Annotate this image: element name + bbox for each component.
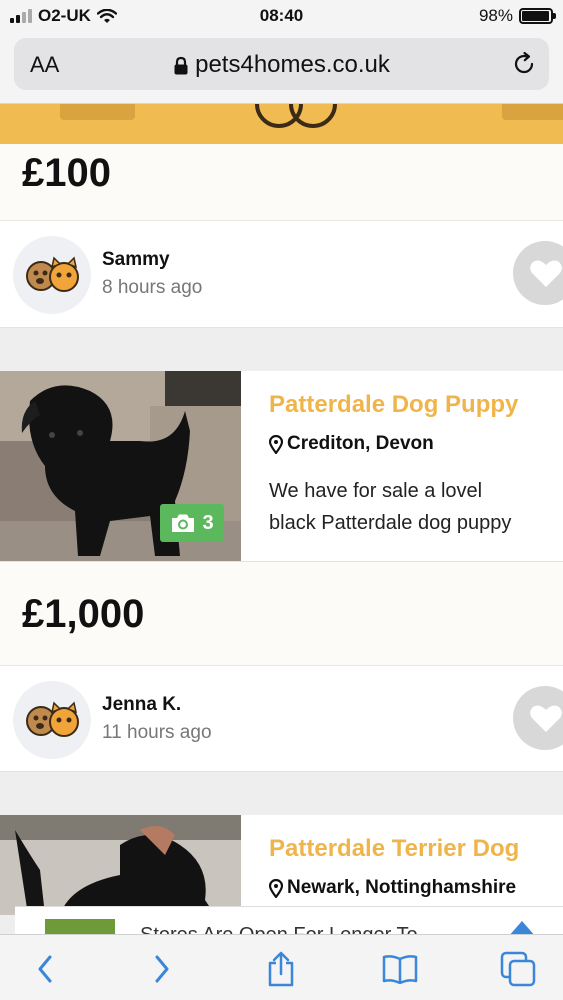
site-logo bbox=[255, 104, 337, 128]
favourite-button[interactable] bbox=[513, 686, 563, 750]
tabs-button[interactable] bbox=[498, 949, 538, 989]
share-button[interactable] bbox=[261, 949, 301, 989]
forward-button[interactable] bbox=[142, 949, 182, 989]
heart-icon bbox=[530, 260, 562, 287]
back-button[interactable] bbox=[25, 949, 65, 989]
listing-location: Newark, Nottinghamshire bbox=[269, 877, 516, 899]
listing-price-row: £100 bbox=[0, 144, 563, 221]
map-pin-icon bbox=[269, 434, 283, 454]
seller-row[interactable]: Sammy 8 hours ago bbox=[0, 221, 563, 328]
status-bar: O2-UK 08:40 98% bbox=[0, 0, 563, 32]
listing-price: £100 bbox=[22, 151, 111, 195]
battery-percent: 98% bbox=[478, 6, 513, 25]
site-header bbox=[0, 104, 563, 144]
posted-time: 11 hours ago bbox=[102, 722, 212, 743]
battery-icon bbox=[519, 8, 556, 24]
seller-avatar bbox=[13, 236, 91, 314]
seller-name[interactable]: Jenna K. bbox=[102, 694, 181, 716]
seller-name[interactable]: Sammy bbox=[102, 249, 170, 271]
listing-photo[interactable] bbox=[0, 815, 241, 915]
photo-count: 3 bbox=[202, 511, 214, 534]
listing-description: We have for sale a lovel black Patterdal… bbox=[269, 480, 512, 534]
seller-avatar bbox=[13, 681, 91, 759]
reload-icon[interactable] bbox=[511, 51, 537, 77]
chevron-left-icon bbox=[38, 955, 52, 983]
share-icon bbox=[268, 951, 294, 987]
address-bar[interactable]: AA pets4homes.co.uk bbox=[14, 38, 549, 90]
ad-logo bbox=[45, 919, 115, 934]
ad-banner[interactable]: Stores Are Open For Longer To bbox=[15, 906, 563, 934]
listing-card[interactable]: Patterdale Terrier Dog Newark, Nottingha… bbox=[0, 815, 563, 915]
tabs-icon bbox=[500, 951, 536, 987]
back-nav-button[interactable] bbox=[60, 104, 135, 120]
lock-icon bbox=[174, 56, 188, 75]
browser-address-area: AA pets4homes.co.uk bbox=[0, 32, 563, 104]
favourite-button[interactable] bbox=[513, 241, 563, 305]
heart-icon bbox=[530, 705, 562, 732]
listing-price-row: £1,000 bbox=[0, 562, 563, 666]
map-pin-icon bbox=[269, 878, 283, 898]
listing-price: £1,000 bbox=[22, 592, 145, 636]
listing-card[interactable]: 3 Patterdale Dog Puppy Crediton, Devon W… bbox=[0, 371, 563, 562]
posted-time: 8 hours ago bbox=[102, 277, 203, 298]
book-icon bbox=[382, 955, 418, 984]
menu-button[interactable] bbox=[502, 104, 563, 120]
dog-cat-avatar-icon bbox=[26, 256, 79, 292]
listing-location: Crediton, Devon bbox=[269, 433, 434, 455]
listing-photo[interactable]: 3 bbox=[0, 371, 241, 561]
terrier-photo-image bbox=[0, 815, 241, 915]
ad-text: Stores Are Open For Longer To bbox=[140, 924, 418, 934]
listing-title[interactable]: Patterdale Dog Puppy bbox=[269, 391, 518, 419]
ad-expand-icon[interactable] bbox=[508, 921, 536, 934]
bookmarks-button[interactable] bbox=[380, 949, 420, 989]
url-text[interactable]: pets4homes.co.uk bbox=[195, 51, 390, 78]
browser-toolbar bbox=[0, 934, 563, 1000]
dog-cat-avatar-icon bbox=[26, 701, 79, 737]
seller-row[interactable]: Jenna K. 11 hours ago bbox=[0, 666, 563, 772]
photo-count-badge: 3 bbox=[160, 504, 224, 542]
chevron-right-icon bbox=[155, 955, 169, 983]
camera-icon bbox=[172, 514, 195, 532]
listing-title[interactable]: Patterdale Terrier Dog bbox=[269, 835, 519, 863]
